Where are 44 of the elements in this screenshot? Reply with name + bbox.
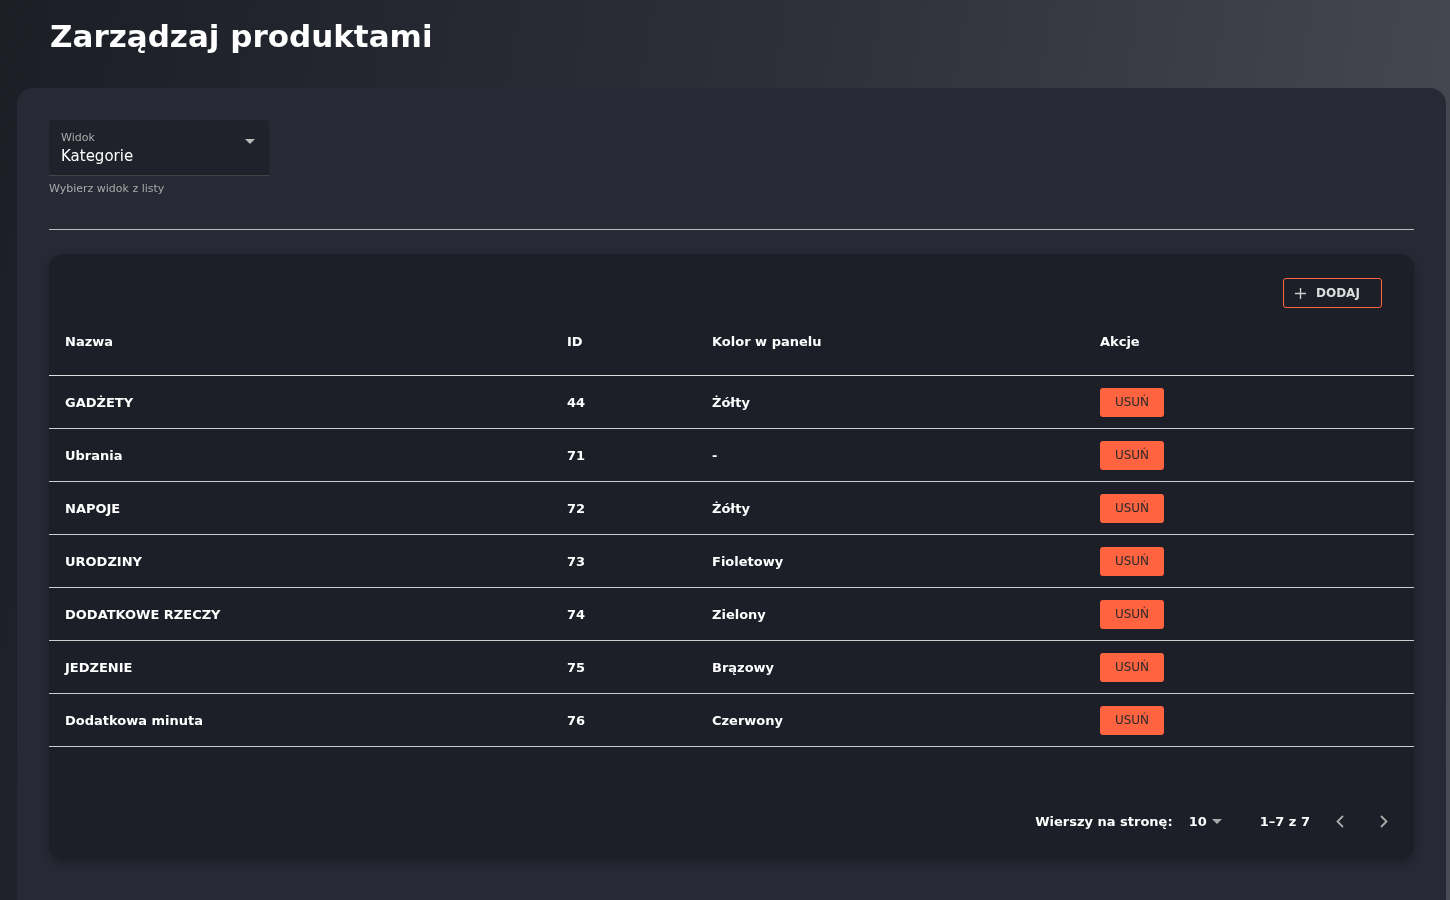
column-header: Akcje — [1100, 334, 1141, 349]
table-cell-text: GADŻETY — [65, 394, 135, 410]
table-cell-text: 74 — [567, 606, 587, 622]
table-cell-text: Zielony — [712, 606, 767, 622]
table-cell-text: 72 — [567, 500, 587, 516]
chevron-left-icon — [1336, 814, 1344, 828]
plus-icon — [1295, 287, 1306, 299]
caret-icon — [1211, 818, 1222, 824]
delete-button[interactable]: USUŃ — [1100, 546, 1164, 576]
table-cell-text: Ubrania — [65, 447, 124, 463]
chevron-right-icon — [1380, 814, 1388, 828]
table-cell-text: URODZINY — [65, 553, 143, 569]
table-cell-text: Fioletowy — [712, 553, 785, 569]
delete-button[interactable]: USUŃ — [1100, 705, 1164, 735]
delete-button[interactable]: USUŃ — [1100, 652, 1164, 682]
delete-button[interactable]: USUŃ — [1100, 599, 1164, 629]
page-range: 1–7 z 7 — [1259, 813, 1310, 829]
caret-icon — [245, 139, 255, 144]
table-cell-text: 44 — [567, 394, 587, 410]
rows-per-page-select[interactable]: 10 — [1188, 813, 1222, 829]
table-cell-text: - — [712, 447, 719, 463]
table-cell-text: Brązowy — [712, 659, 776, 675]
delete-button[interactable]: USUŃ — [1100, 440, 1164, 470]
table-cell-text: JEDZENIE — [65, 659, 134, 675]
helper-text: Wybierz widok z listy — [49, 182, 166, 195]
table-cell-text: NAPOJE — [65, 500, 122, 516]
view-select[interactable]: Widok Kategorie — [49, 120, 269, 176]
add-button[interactable]: DODAJ — [1283, 278, 1382, 308]
table-cell-text: 71 — [567, 447, 587, 463]
column-header: Kolor w panelu — [712, 334, 823, 349]
table-cell-text: Żółty — [712, 394, 751, 410]
page-title: Zarządzaj produktami — [50, 17, 434, 56]
table-cell-text: DODATKOWE RZECZY — [65, 606, 222, 622]
delete-button[interactable]: USUŃ — [1100, 387, 1164, 417]
column-header: Nazwa — [65, 334, 114, 349]
table-cell-text: 76 — [567, 712, 587, 728]
table-cell-text: Czerwony — [712, 712, 784, 728]
column-header: ID — [567, 334, 584, 349]
table-cell-text: 73 — [567, 553, 587, 569]
table-cell-text: 75 — [567, 659, 587, 675]
table-cell-text: Dodatkowa minuta — [65, 712, 205, 728]
delete-button[interactable]: USUŃ — [1100, 493, 1164, 523]
table-cell-text: Żółty — [712, 500, 751, 516]
rows-per-page-label: Wierszy na stronę: — [1035, 813, 1173, 829]
